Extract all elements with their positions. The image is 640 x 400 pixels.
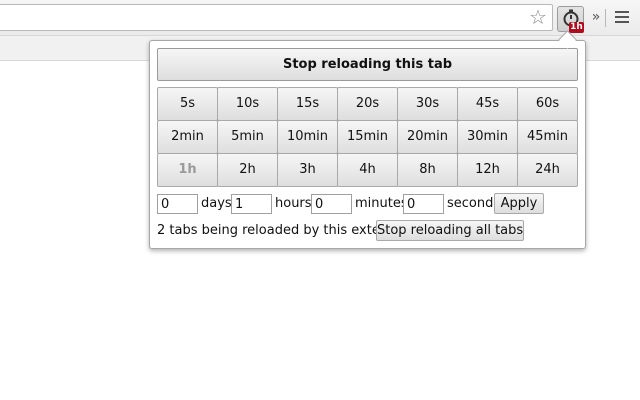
interval-button-24h[interactable]: 24h [517, 153, 578, 187]
interval-button-30s[interactable]: 30s [397, 87, 458, 121]
hours-label: hours, [275, 196, 316, 211]
interval-button-45min[interactable]: 45min [517, 120, 578, 154]
interval-button-4h[interactable]: 4h [337, 153, 398, 187]
interval-button-30min[interactable]: 30min [457, 120, 518, 154]
interval-button-1h[interactable]: 1h [157, 153, 218, 187]
interval-button-10s[interactable]: 10s [217, 87, 278, 121]
interval-button-10min[interactable]: 10min [277, 120, 338, 154]
minutes-input[interactable] [311, 194, 352, 214]
interval-button-2min[interactable]: 2min [157, 120, 218, 154]
interval-button-2h[interactable]: 2h [217, 153, 278, 187]
interval-button-20min[interactable]: 20min [397, 120, 458, 154]
interval-button-15s[interactable]: 15s [277, 87, 338, 121]
seconds-input[interactable] [403, 194, 444, 214]
hours-input[interactable] [231, 194, 272, 214]
interval-button-15min[interactable]: 15min [337, 120, 398, 154]
interval-button-12h[interactable]: 12h [457, 153, 518, 187]
seconds-label: seconds [447, 196, 501, 211]
days-input[interactable] [157, 194, 198, 214]
interval-button-20s[interactable]: 20s [337, 87, 398, 121]
extension-badge: 1h [569, 22, 584, 33]
toolbar-separator [605, 9, 606, 27]
menu-icon[interactable] [615, 11, 629, 24]
interval-button-5s[interactable]: 5s [157, 87, 218, 121]
interval-button-45s[interactable]: 45s [457, 87, 518, 121]
apply-button[interactable]: Apply [494, 193, 544, 214]
stop-reloading-all-button[interactable]: Stop reloading all tabs [376, 220, 524, 241]
extensions-overflow-icon[interactable]: » [590, 9, 602, 25]
address-bar[interactable]: ☆ [0, 4, 553, 31]
interval-button-60s[interactable]: 60s [517, 87, 578, 121]
interval-button-5min[interactable]: 5min [217, 120, 278, 154]
interval-button-8h[interactable]: 8h [397, 153, 458, 187]
interval-button-3h[interactable]: 3h [277, 153, 338, 187]
stop-reloading-tab-button[interactable]: Stop reloading this tab [157, 48, 578, 81]
bookmark-star-icon[interactable]: ☆ [528, 7, 548, 27]
auto-reload-extension-button[interactable]: 1h [557, 6, 584, 33]
